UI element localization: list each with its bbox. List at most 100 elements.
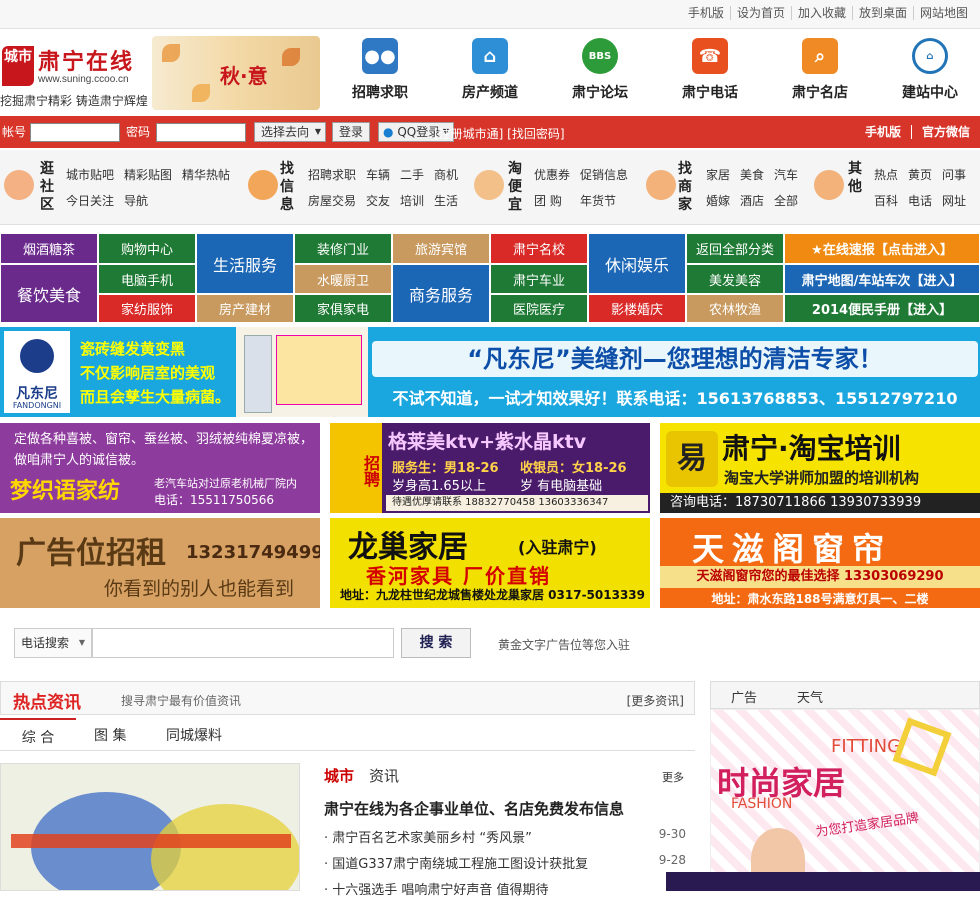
nav-phone[interactable]: ☎ 肃宁电话 bbox=[655, 38, 765, 108]
news-item[interactable]: · 肃宁百名艺术家美丽乡村 “秀风景” 9-30 bbox=[324, 827, 686, 846]
search-button[interactable]: 搜 索 bbox=[401, 628, 471, 658]
text-ad-tip[interactable]: 黄金文字广告位等您入驻 bbox=[498, 636, 630, 653]
cat-link[interactable]: 酒店 bbox=[740, 192, 764, 209]
fandongni-line-2: 不仅影响居室的美观 bbox=[80, 364, 216, 382]
fandongni-brand-en: FANDONGNI bbox=[12, 401, 62, 410]
grid-business[interactable]: 商务服务 bbox=[392, 264, 490, 323]
grid-vehicles[interactable]: 肃宁车业 bbox=[490, 264, 588, 294]
tab-general[interactable]: 综 合 bbox=[0, 718, 76, 750]
nav-jobs-label: 招聘求职 bbox=[352, 85, 408, 101]
cat-link[interactable]: 电话 bbox=[908, 192, 932, 209]
longchao-ad[interactable]: 龙巢家居 (入驻肃宁) 香河家具 厂价直销 地址：九龙柱世纪龙城售楼处龙巢家居 … bbox=[330, 518, 650, 608]
grid-computers[interactable]: 电脑手机 bbox=[98, 264, 196, 294]
desktop-link[interactable]: 放到桌面 bbox=[851, 6, 913, 20]
frame-shape bbox=[892, 717, 952, 777]
cat-link[interactable]: 商机 bbox=[434, 166, 458, 183]
home-fashion-ad[interactable]: 时尚家居 FITTING FASHION 为您打造家居品牌 bbox=[710, 709, 980, 891]
cat-link[interactable]: 家居 bbox=[706, 166, 730, 183]
cat-link[interactable]: 交友 bbox=[366, 192, 390, 209]
cat-link[interactable]: 问事 bbox=[942, 166, 966, 183]
cat-link[interactable]: 房屋交易 bbox=[308, 192, 356, 209]
cat-link[interactable]: 汽车 bbox=[774, 166, 798, 183]
grid-all-categories[interactable]: 返回全部分类 bbox=[686, 233, 784, 264]
tianzige-ad[interactable]: 天滋阁窗帘 天滋阁窗帘您的最佳选择 13303069290 地址：肃水东路188… bbox=[660, 518, 980, 608]
grid-shopping[interactable]: 购物中心 bbox=[98, 233, 196, 264]
password-input[interactable] bbox=[156, 123, 246, 142]
cat-link[interactable]: 热点 bbox=[874, 166, 898, 183]
search-input[interactable] bbox=[92, 628, 394, 658]
grid-food[interactable]: 餐饮美食 bbox=[0, 264, 98, 323]
grid-decoration[interactable]: 装修门业 bbox=[294, 233, 392, 264]
cat-link[interactable]: 婚嫁 bbox=[706, 192, 730, 209]
city-news-more[interactable]: 更多 bbox=[662, 769, 684, 785]
cat-link[interactable]: 黄页 bbox=[908, 166, 932, 183]
cat-link[interactable]: 百科 bbox=[874, 192, 898, 209]
grid-tobacco[interactable]: 烟酒糖茶 bbox=[0, 233, 98, 264]
ad-space-rent[interactable]: 广告位招租 13231749499 你看到的别人也能看到 bbox=[0, 518, 320, 608]
destination-select[interactable]: 选择去向 ▼ bbox=[254, 122, 326, 142]
sitemap-link[interactable]: 网站地图 bbox=[912, 6, 974, 20]
mengzhiyu-ad[interactable]: 定做各种喜被、窗帘、蚕丝被、羽绒被纯棉夏凉被，做咱肃宁人的诚信被。 梦织语家纺 … bbox=[0, 423, 320, 513]
grid-life-services[interactable]: 生活服务 bbox=[196, 233, 294, 294]
tab-weather[interactable]: 天气 bbox=[797, 687, 823, 706]
cat-link[interactable]: 城市贴吧 bbox=[66, 166, 114, 183]
cat-link[interactable]: 团 购 bbox=[534, 192, 562, 209]
tab-local-reports[interactable]: 同城爆料 bbox=[166, 725, 222, 745]
tab-gallery[interactable]: 图 集 bbox=[94, 725, 126, 745]
cat-link[interactable]: 网址 bbox=[942, 192, 966, 209]
cat-link[interactable]: 导航 bbox=[124, 192, 148, 209]
grid-textiles[interactable]: 家纺服饰 bbox=[98, 294, 196, 323]
search-type-select[interactable]: 电话搜索 ▼ bbox=[14, 628, 92, 658]
cat-link[interactable]: 生活 bbox=[434, 192, 458, 209]
add-favorite-link[interactable]: 加入收藏 bbox=[790, 6, 852, 20]
site-logo[interactable]: 城市 肃宁在线 www.suning.ccoo.cn 挖掘肃宁精彩 铸造肃宁辉煌 bbox=[0, 40, 160, 110]
username-input[interactable] bbox=[30, 123, 120, 142]
grid-agriculture[interactable]: 农林牧渔 bbox=[686, 294, 784, 323]
floating-banner[interactable] bbox=[666, 872, 980, 891]
cat-link[interactable]: 促销信息 bbox=[580, 166, 628, 183]
grid-beauty[interactable]: 美发美容 bbox=[686, 264, 784, 294]
grid-hospitals[interactable]: 医院医疗 bbox=[490, 294, 588, 323]
cat-link[interactable]: 优惠券 bbox=[534, 166, 570, 183]
tab-ads[interactable]: 广告 bbox=[731, 687, 757, 706]
nav-shops[interactable]: ⌕ 肃宁名店 bbox=[765, 38, 875, 108]
grid-handbook[interactable]: 2014便民手册【进入】 bbox=[784, 294, 980, 323]
cat-link[interactable]: 精华热帖 bbox=[182, 166, 230, 183]
cat-link[interactable]: 精彩贴图 bbox=[124, 166, 172, 183]
nav-housing[interactable]: ⌂ 房产频道 bbox=[435, 38, 545, 108]
wechat-link[interactable]: 官方微信 bbox=[910, 125, 980, 139]
fandongni-ad[interactable]: 凡东尼 FANDONGNI 瓷砖缝发黄变黑 不仅影响居室的美观 而且会孳生大量病… bbox=[0, 327, 980, 417]
grid-plumbing[interactable]: 水暖厨卫 bbox=[294, 264, 392, 294]
grid-weddings[interactable]: 影楼婚庆 bbox=[588, 294, 686, 323]
login-button[interactable]: 登录 bbox=[332, 122, 370, 142]
news-map-image[interactable] bbox=[0, 763, 300, 891]
cat-link[interactable]: 二手 bbox=[400, 166, 424, 183]
mobile-link[interactable]: 手机版 bbox=[682, 6, 730, 20]
news-item[interactable]: · 十六强选手 唱响肃宁好声音 值得期待 bbox=[324, 879, 686, 898]
grid-map-transit[interactable]: 肃宁地图/车站车次【进入】 bbox=[784, 264, 980, 294]
register-links[interactable]: [注册城市通] [找回密码] bbox=[434, 125, 565, 142]
more-news-link[interactable]: [更多资讯] bbox=[627, 692, 684, 709]
news-item[interactable]: · 国道G337肃宁南绕城工程施工图设计获批复 9-28 bbox=[324, 853, 686, 872]
cat-link[interactable]: 培训 bbox=[400, 192, 424, 209]
grid-furniture[interactable]: 家俱家电 bbox=[294, 294, 392, 323]
mobile-version-link[interactable]: 手机版 bbox=[855, 125, 911, 139]
cat-link[interactable]: 今日关注 bbox=[66, 192, 114, 209]
nav-jobs[interactable]: ●● 招聘求职 bbox=[325, 38, 435, 108]
cat-link[interactable]: 美食 bbox=[740, 166, 764, 183]
grid-travel[interactable]: 旅游宾馆 bbox=[392, 233, 490, 264]
grid-schools[interactable]: 肃宁名校 bbox=[490, 233, 588, 264]
cat-link[interactable]: 招聘求职 bbox=[308, 166, 356, 183]
nav-build[interactable]: ⌂ 建站中心 bbox=[875, 38, 980, 108]
cat-link[interactable]: 全部 bbox=[774, 192, 798, 209]
cat-link[interactable]: 车辆 bbox=[366, 166, 390, 183]
taobao-training-ad[interactable]: 易 肃宁·淘宝培训 淘宝大学讲师加盟的培训机构 咨询电话：18730711866… bbox=[660, 423, 980, 513]
grid-quick-report[interactable]: ★在线速报【点击进入】 bbox=[784, 233, 980, 264]
grid-building-materials[interactable]: 房产建材 bbox=[196, 294, 294, 323]
ktv-ad[interactable]: 招聘 格莱美ktv+紫水晶ktv 服务生：男18-26 收银员：女18-26 岁… bbox=[330, 423, 650, 513]
grid-leisure[interactable]: 休闲娱乐 bbox=[588, 233, 686, 294]
nav-forum[interactable]: BBS 肃宁论坛 bbox=[545, 38, 655, 108]
set-homepage-link[interactable]: 设为首页 bbox=[729, 6, 791, 20]
cat-link[interactable]: 年货节 bbox=[580, 192, 616, 209]
city-news-lead[interactable]: 肃宁在线为各企事业单位、名店免费发布信息 bbox=[324, 798, 624, 819]
